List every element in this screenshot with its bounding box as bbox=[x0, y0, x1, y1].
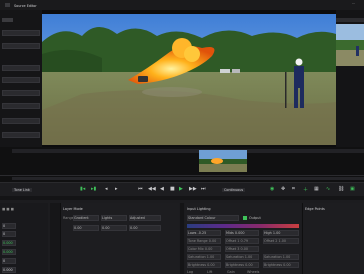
tool-add-icon[interactable]: ＋ bbox=[303, 186, 308, 193]
layer-value-2[interactable]: 0.00 bbox=[101, 225, 127, 231]
param-row-1-c[interactable]: Offset 2 1.00 bbox=[263, 238, 299, 244]
left-field-6[interactable] bbox=[2, 103, 40, 109]
right-panel-header bbox=[336, 18, 364, 22]
timeline-track[interactable] bbox=[12, 177, 364, 180]
edge-points-panel: Edge Points bbox=[302, 203, 364, 274]
output-checkbox-label: Output bbox=[249, 216, 261, 220]
layer-mode-panel: Layer Mode Range Gradient Lights Adjuste… bbox=[60, 203, 179, 274]
colour-mode-dropdown[interactable]: Standard Colour bbox=[187, 215, 239, 221]
play-button[interactable]: ▶ bbox=[179, 186, 183, 192]
value-field-5[interactable]: 0 bbox=[2, 258, 16, 264]
menu-icon[interactable] bbox=[5, 3, 10, 7]
gradient-field[interactable]: Gradient bbox=[73, 215, 99, 221]
mark-out-button[interactable]: ▸▮ bbox=[91, 186, 96, 192]
left-field-5[interactable] bbox=[2, 90, 40, 96]
bottom-panels: ■ ■ ■ 0 0 0.000 0.000 0 0.000 Layer Mode… bbox=[0, 196, 364, 274]
left-field-4[interactable] bbox=[2, 77, 40, 83]
left-field-3[interactable] bbox=[2, 65, 40, 71]
tool-move-icon[interactable]: ✥ bbox=[281, 186, 285, 192]
tab-gain[interactable]: Gain bbox=[227, 270, 235, 274]
param-row-1-b[interactable]: Offset 1 0.79 bbox=[225, 238, 259, 244]
continuous-dropdown[interactable]: Continuous bbox=[222, 188, 246, 192]
tab-log[interactable]: Log bbox=[187, 270, 193, 274]
param-row-3-b[interactable]: Saturation 1.00 bbox=[225, 254, 259, 260]
video-viewer[interactable] bbox=[42, 14, 336, 145]
layer-value-3[interactable]: 0.00 bbox=[129, 225, 161, 231]
tab-lift[interactable]: Lift bbox=[207, 270, 212, 274]
overflow-menu[interactable]: ... bbox=[352, 1, 355, 5]
tool-end-icon[interactable]: ▣ bbox=[350, 186, 355, 192]
bottom-divider bbox=[0, 196, 364, 200]
window-title: Source Editor bbox=[14, 4, 37, 8]
timeline-area[interactable] bbox=[0, 147, 364, 182]
left-field-1[interactable] bbox=[2, 30, 40, 36]
param-row-4-a[interactable]: Brightness 0.00 bbox=[187, 262, 221, 268]
step-back-button[interactable]: ◂ bbox=[105, 186, 108, 192]
tool-grid-icon[interactable]: ▦ bbox=[314, 186, 319, 192]
bottom-left-panel: ■ ■ ■ 0 0 0.000 0.000 0 0.000 bbox=[0, 203, 48, 274]
video-frame-image bbox=[42, 14, 336, 145]
param-row-4-b[interactable]: Brightness 0.00 bbox=[225, 262, 259, 268]
input-lighting-title: Input Lighting bbox=[187, 207, 211, 211]
tool-select-icon[interactable]: ◉ bbox=[270, 186, 274, 192]
left-panel-header bbox=[2, 18, 13, 22]
param-row-1-a[interactable]: Tone Range 0.00 bbox=[187, 238, 221, 244]
mark-in-button[interactable]: ▮◂ bbox=[80, 186, 85, 192]
next-frame-button[interactable]: ▶▶ bbox=[189, 186, 197, 192]
param-row-3-c[interactable]: Saturation 1.00 bbox=[263, 254, 299, 260]
tool-crop-icon[interactable]: ⌗ bbox=[292, 186, 295, 192]
value-field-3[interactable]: 0.000 bbox=[2, 240, 16, 246]
param-row-3-a[interactable]: Saturation 1.00 bbox=[187, 254, 221, 260]
input-lighting-panel: Input Lighting Standard Colour Output Lo… bbox=[185, 203, 301, 274]
reference-thumbnail[interactable] bbox=[336, 24, 364, 66]
rewind-button[interactable]: ◀◀ bbox=[148, 186, 156, 192]
param-row-4-c[interactable]: Brightness 0.00 bbox=[263, 262, 299, 268]
value-field-4[interactable]: 0.000 bbox=[2, 249, 16, 255]
timeline-ruler[interactable] bbox=[12, 149, 364, 153]
tone-link-dropdown[interactable]: Tone Link bbox=[12, 188, 32, 192]
left-field-2[interactable] bbox=[2, 43, 40, 49]
param-row-2-a[interactable]: Color Mix 0.00 bbox=[187, 246, 221, 252]
value-field-6[interactable]: 0.000 bbox=[2, 267, 16, 273]
layer-mode-sidebar bbox=[50, 203, 60, 274]
value-field-2[interactable]: 0 bbox=[2, 231, 16, 237]
param-row-2-b[interactable]: Offset 3 0.00 bbox=[225, 246, 259, 252]
go-start-button[interactable]: ⏮ bbox=[138, 186, 143, 192]
timeline-clip-thumbnail[interactable] bbox=[199, 150, 247, 172]
layer-value-1[interactable]: 0.00 bbox=[73, 225, 99, 231]
lights-field[interactable]: Lights bbox=[101, 215, 127, 221]
hue-gradient-bar[interactable] bbox=[187, 224, 299, 228]
go-end-button[interactable]: ⏭ bbox=[201, 186, 206, 192]
tab-wheels[interactable]: Wheels bbox=[247, 270, 259, 274]
tool-link-icon[interactable]: ⛓ bbox=[338, 186, 344, 192]
prev-frame-button[interactable]: ◀ bbox=[160, 186, 164, 192]
range-mids[interactable]: Mids 0.000 bbox=[225, 230, 259, 236]
output-checkbox[interactable] bbox=[243, 216, 247, 220]
value-field-1[interactable]: 0 bbox=[2, 223, 16, 229]
layer-mode-title: Layer Mode bbox=[63, 207, 83, 211]
edge-points-title: Edge Points bbox=[305, 207, 325, 211]
timeline-divider bbox=[0, 175, 364, 176]
adjusted-field[interactable]: Adjusted bbox=[129, 215, 161, 221]
range-lows[interactable]: Lows -0.25 bbox=[187, 230, 221, 236]
range-high[interactable]: High 1.00 bbox=[263, 230, 299, 236]
bottom-left-header: ■ ■ ■ bbox=[2, 207, 14, 211]
tool-wave-icon[interactable]: ∿ bbox=[326, 186, 330, 192]
stop-button[interactable]: ■ bbox=[170, 186, 175, 192]
step-forward-button[interactable]: ▸ bbox=[115, 186, 118, 192]
panel-separator bbox=[180, 203, 184, 274]
left-field-8[interactable] bbox=[2, 132, 40, 138]
left-field-7[interactable] bbox=[2, 118, 40, 124]
